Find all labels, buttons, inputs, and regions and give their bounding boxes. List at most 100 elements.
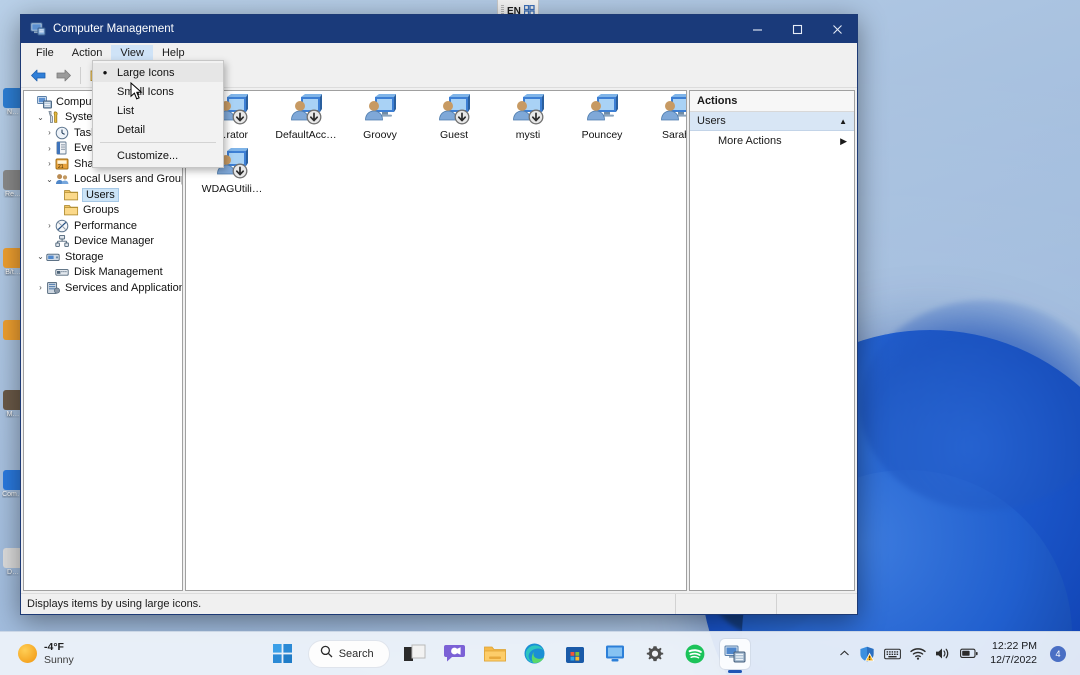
chat-button[interactable] — [440, 639, 470, 669]
close-button[interactable] — [817, 15, 857, 43]
view-menu-item-label: Detail — [117, 124, 145, 136]
tree-node-groups[interactable]: Groups — [24, 203, 182, 219]
user-item-label: DefaultAcc… — [269, 129, 343, 141]
user-disabled-icon — [289, 93, 323, 127]
tree-node-local-users-and-groups[interactable]: ⌄ Local Users and Groups — [24, 172, 182, 188]
expander-icon[interactable]: › — [44, 144, 55, 153]
expander-icon[interactable]: ⌄ — [35, 113, 46, 122]
spotify-button[interactable] — [680, 639, 710, 669]
view-menu-item-list[interactable]: List — [93, 101, 223, 120]
weather-widget[interactable]: -4°F Sunny — [0, 641, 178, 666]
tree-node-users[interactable]: Users — [24, 187, 182, 203]
view-menu-item-small-icons[interactable]: Small Icons — [93, 82, 223, 101]
user-disabled-icon — [511, 93, 545, 127]
user-icon — [659, 93, 687, 127]
menu-help[interactable]: Help — [153, 45, 194, 61]
user-item-label: Sarah — [639, 129, 687, 141]
window-title: Computer Management — [53, 23, 737, 35]
action-more-actions[interactable]: More Actions ▶ — [690, 131, 854, 151]
maximize-button[interactable] — [777, 15, 817, 43]
view-dropdown-menu[interactable]: •Large Icons Small Icons List Detail Customi… — [92, 60, 224, 168]
user-item[interactable]: Groovy — [343, 93, 417, 141]
back-button[interactable] — [27, 65, 49, 85]
computer-management-button[interactable] — [720, 639, 750, 669]
view-menu-item-detail[interactable]: Detail — [93, 120, 223, 139]
window-titlebar[interactable]: Computer Management — [21, 15, 857, 43]
weather-condition: Sunny — [44, 654, 74, 666]
expander-icon[interactable]: ⌄ — [35, 252, 46, 261]
user-icon — [585, 93, 619, 127]
tree-node-label: Storage — [65, 251, 104, 263]
remote-desktop-button[interactable] — [600, 639, 630, 669]
expander-icon[interactable]: › — [44, 128, 55, 137]
tree-node-label: Disk Management — [74, 266, 163, 278]
battery-icon[interactable] — [960, 648, 978, 659]
minimize-button[interactable] — [737, 15, 777, 43]
menu-file[interactable]: File — [27, 45, 63, 61]
wifi-icon[interactable] — [910, 647, 926, 660]
user-item[interactable]: DefaultAcc… — [269, 93, 343, 141]
performance-icon — [55, 219, 70, 233]
services-icon — [46, 281, 61, 295]
tree-node-label: Local Users and Groups — [74, 173, 183, 185]
user-item-label: Pouncey — [565, 129, 639, 141]
tree-node-storage[interactable]: ⌄ Storage — [24, 249, 182, 265]
speaker-icon[interactable] — [935, 647, 951, 660]
users-list-pane[interactable]: …ratorDefaultAcc…GroovyGuestmystiPouncey… — [185, 90, 687, 591]
keyboard-icon[interactable] — [884, 648, 901, 660]
mouse-cursor — [130, 82, 143, 106]
file-explorer-button[interactable] — [480, 639, 510, 669]
notification-badge[interactable]: 4 — [1050, 646, 1066, 662]
actions-pane[interactable]: Actions Users ▲ More Actions▶ — [689, 90, 855, 591]
storage-icon — [46, 250, 61, 264]
tree-node-performance[interactable]: ›Performance — [24, 218, 182, 234]
user-icon — [363, 93, 397, 127]
menu-view[interactable]: View — [111, 45, 153, 61]
user-item-label: Guest — [417, 129, 491, 141]
edge-button[interactable] — [520, 639, 550, 669]
view-menu-item-label: Small Icons — [117, 86, 174, 98]
computer-management-icon — [37, 95, 52, 109]
radio-bullet-icon: • — [93, 66, 117, 79]
view-menu-item-customize[interactable]: Customize... — [93, 146, 223, 165]
chevron-up-icon[interactable] — [839, 648, 850, 659]
tree-node-label: Device Manager — [74, 235, 154, 247]
actions-section-users[interactable]: Users ▲ — [690, 112, 854, 131]
settings-button[interactable] — [640, 639, 670, 669]
task-view-button[interactable] — [400, 639, 430, 669]
view-menu-item-large-icons[interactable]: •Large Icons — [93, 63, 223, 82]
system-tray[interactable]: 12:22 PM 12/7/2022 4 — [839, 640, 1080, 666]
expander-icon[interactable]: ⌄ — [44, 175, 55, 184]
start-button[interactable] — [268, 639, 298, 669]
clock-date: 12/7/2022 — [990, 654, 1037, 667]
expander-icon[interactable]: › — [44, 159, 55, 168]
chevron-right-icon: ▶ — [840, 136, 847, 147]
chevron-up-icon[interactable]: ▲ — [839, 117, 847, 126]
search-input[interactable]: Search — [308, 640, 390, 668]
menu-action[interactable]: Action — [63, 45, 112, 61]
user-item-label: WDAGUtili… — [195, 183, 269, 195]
expander-icon[interactable]: › — [44, 221, 55, 230]
user-item[interactable]: Sarah — [639, 93, 687, 141]
shared-folders-icon: 21 — [55, 157, 70, 171]
view-menu-item-label: Large Icons — [117, 67, 174, 79]
tree-node-device-manager[interactable]: Device Manager — [24, 234, 182, 250]
user-item[interactable]: Guest — [417, 93, 491, 141]
actions-rows: More Actions ▶ — [690, 131, 854, 151]
view-menu-item-label: List — [117, 105, 134, 117]
view-menu-item-label: Customize... — [117, 150, 178, 162]
user-item[interactable]: Pouncey — [565, 93, 639, 141]
clock[interactable]: 12:22 PM 12/7/2022 — [990, 640, 1037, 666]
forward-button[interactable] — [52, 65, 74, 85]
tree-node-disk-management[interactable]: Disk Management — [24, 265, 182, 281]
taskbar[interactable]: -4°F Sunny Search — [0, 631, 1080, 675]
microsoft-store-button[interactable] — [560, 639, 590, 669]
status-message: Displays items by using large icons. — [21, 594, 675, 614]
tree-node-services-and-applications[interactable]: ›Services and Applications — [24, 280, 182, 296]
user-item[interactable]: mysti — [491, 93, 565, 141]
expander-icon[interactable]: › — [35, 283, 46, 292]
shield-warning-icon[interactable] — [859, 646, 875, 662]
task-scheduler-icon — [55, 126, 70, 140]
action-label: More Actions — [718, 135, 782, 147]
event-viewer-icon — [55, 141, 70, 155]
